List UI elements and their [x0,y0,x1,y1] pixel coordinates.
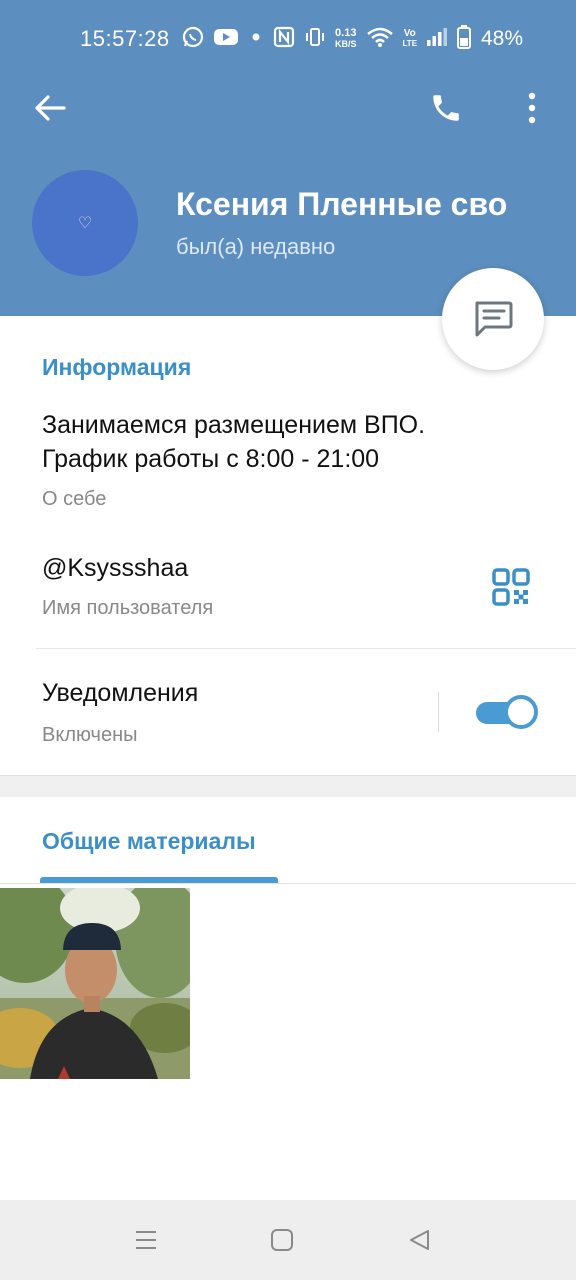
menu-icon [136,1231,156,1249]
media-photo-thumbnail[interactable] [0,888,190,1079]
back-button[interactable] [24,86,76,130]
qr-code-icon [492,568,530,606]
nfc-icon [273,26,295,53]
status-bar: 15:57:28 0.13 KB/S Vo LTE 48% [0,0,576,80]
section-gap [0,775,576,797]
home-icon [271,1229,293,1251]
system-back-button[interactable] [400,1222,440,1258]
whatsapp-icon [182,26,204,53]
notifications-label[interactable]: Уведомления [42,679,198,708]
tab-shared-media[interactable]: Общие материалы [42,828,256,855]
net-speed: 0.13 KB/S [335,27,357,50]
signal-icon [426,27,448,52]
battery-percent: 48% [481,27,524,50]
notifications-status: Включены [42,724,138,746]
status-time: 15:57:28 [80,26,170,51]
username-label: Имя пользователя [42,597,214,619]
username-value[interactable]: @Ksyssshaa [42,554,188,583]
volte-icon: Vo LTE [402,28,418,49]
info-section-title: Информация [42,354,192,380]
notifications-toggle[interactable] [476,694,538,730]
vertical-separator [438,692,439,732]
last-seen-status: был(а) недавно [176,234,336,259]
dot-icon [248,29,264,50]
message-icon [475,301,513,337]
vibrate-icon [304,26,326,53]
youtube-icon [213,27,239,52]
call-button[interactable] [420,86,472,130]
battery-icon [457,24,472,54]
status-icons: 0.13 KB/S Vo LTE [182,24,472,54]
recents-button[interactable] [126,1222,166,1258]
tab-divider [0,883,576,884]
qr-code-button[interactable] [490,566,532,608]
back-triangle-icon [410,1230,429,1250]
heart-glyph: ♡ [77,215,93,232]
avatar[interactable]: ♡ [32,170,138,276]
phone-icon [433,95,459,121]
wifi-icon [366,26,394,53]
home-button[interactable] [262,1222,302,1258]
profile-name: Ксения Пленные сво [176,186,508,222]
bio-text[interactable]: Занимаемся размещением ВПО. График работ… [42,408,512,476]
message-button[interactable] [442,268,544,370]
bio-label: О себе [42,488,107,510]
more-options-button[interactable] [512,86,552,130]
toggle-knob [504,695,538,729]
more-vertical-icon [528,92,536,124]
divider [36,648,576,649]
arrow-left-icon [35,95,66,121]
